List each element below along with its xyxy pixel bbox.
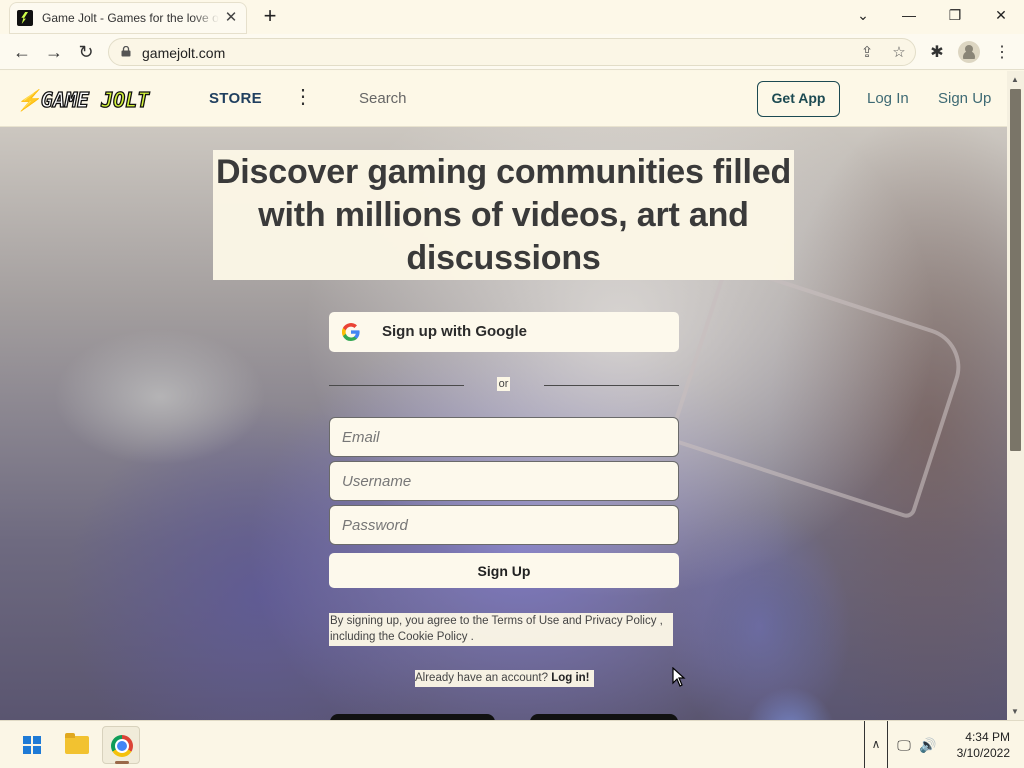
tab-search-icon[interactable]: ⌄ (848, 4, 878, 26)
extensions-puzzle-icon[interactable]: ✱ (926, 42, 948, 64)
username-field[interactable] (329, 461, 679, 501)
share-icon[interactable]: ⇪ (857, 43, 877, 63)
clock-date: 3/10/2022 (956, 746, 1010, 760)
hero-headline: Discover gaming communities filled with … (213, 150, 794, 280)
chrome-icon (111, 735, 133, 757)
scrollbar-thumb[interactable] (1010, 89, 1021, 451)
reload-button[interactable]: ↻ (74, 40, 98, 64)
address-bar[interactable]: gamejolt.com ⇪ ☆ (108, 38, 916, 66)
page-scrollbar[interactable]: ▲ ▼ (1007, 71, 1024, 720)
log-in-inline-link[interactable]: Log in! (551, 672, 589, 684)
back-button[interactable]: ← (10, 40, 34, 64)
sign-up-link[interactable]: Sign Up (938, 90, 991, 107)
scroll-down-icon[interactable]: ▼ (1011, 707, 1019, 716)
gamejolt-logo[interactable]: ⚡GAME JOLT (15, 87, 150, 112)
lock-icon (121, 46, 131, 57)
taskbar-clock[interactable]: 4:34 PM 3/10/2022 (940, 729, 1010, 761)
close-tab-icon[interactable]: ✕ (223, 10, 239, 26)
chrome-taskbar-button[interactable] (102, 726, 140, 764)
minimize-button[interactable]: — (894, 4, 924, 26)
file-explorer-button[interactable] (58, 726, 96, 764)
email-field[interactable] (329, 417, 679, 457)
terms-of-use-link[interactable]: Terms of Use (492, 615, 560, 627)
logo-game-text: GAME (40, 87, 90, 112)
network-icon[interactable]: 🖵 (894, 735, 914, 755)
new-tab-button[interactable]: + (259, 5, 281, 28)
site-header: ⚡GAME JOLT STORE ⋮ Search Get App Log In… (0, 71, 1007, 127)
browser-tab[interactable]: Game Jolt - Games for the love of ✕ (9, 2, 247, 34)
already-text: Already have an account? (415, 672, 552, 684)
terms-notice: By signing up, you agree to the Terms of… (329, 613, 673, 646)
scroll-up-icon[interactable]: ▲ (1011, 75, 1019, 84)
tab-title: Game Jolt - Games for the love of (42, 11, 219, 25)
volume-icon[interactable]: 🔊 (918, 735, 938, 755)
privacy-policy-link[interactable]: Privacy Policy (585, 615, 657, 627)
show-hidden-icons-button[interactable]: ∧ (864, 721, 888, 768)
or-separator: or (497, 377, 510, 391)
cookie-policy-link[interactable]: Cookie Policy (398, 631, 468, 643)
profile-avatar-icon[interactable] (958, 41, 980, 63)
folder-icon (65, 733, 89, 754)
forward-button[interactable]: → (42, 40, 66, 64)
windows-logo-icon (23, 736, 41, 754)
gamejolt-favicon-icon (17, 10, 33, 26)
already-have-account: Already have an account? Log in! (415, 670, 594, 687)
terms-end: . (467, 631, 474, 643)
get-app-button[interactable]: Get App (757, 81, 840, 117)
url-text: gamejolt.com (142, 45, 226, 61)
terms-prefix: By signing up, you agree to the (330, 615, 492, 627)
password-field[interactable] (329, 505, 679, 545)
chrome-menu-icon[interactable]: ⋮ (991, 42, 1013, 64)
divider-right (544, 385, 679, 386)
bookmark-star-icon[interactable]: ☆ (889, 43, 909, 63)
sign-up-button[interactable]: Sign Up (329, 553, 679, 588)
store-link[interactable]: STORE (209, 90, 262, 107)
mouse-cursor-icon (672, 667, 686, 687)
log-in-link[interactable]: Log In (867, 90, 909, 107)
windows-taskbar: ∧ 🖵 🔊 4:34 PM 3/10/2022 (0, 720, 1024, 768)
google-icon (342, 323, 360, 341)
clock-time: 4:34 PM (965, 730, 1010, 744)
restore-button[interactable]: ❐ (940, 4, 970, 26)
terms-and: and (559, 615, 585, 627)
divider-left (329, 385, 464, 386)
start-button[interactable] (13, 726, 51, 764)
logo-jolt-text: JOLT (100, 87, 150, 112)
close-window-button[interactable]: ✕ (986, 4, 1016, 26)
google-signup-button[interactable]: Sign up with Google (329, 312, 679, 352)
google-signup-label: Sign up with Google (382, 323, 527, 340)
more-menu-icon[interactable]: ⋮ (293, 87, 313, 109)
search-input[interactable]: Search (359, 90, 407, 107)
browser-toolbar: ← → ↻ gamejolt.com ⇪ ☆ ✱ ⋮ (0, 34, 1024, 70)
tab-strip: Game Jolt - Games for the love of ✕ + ⌄ … (0, 0, 1024, 34)
